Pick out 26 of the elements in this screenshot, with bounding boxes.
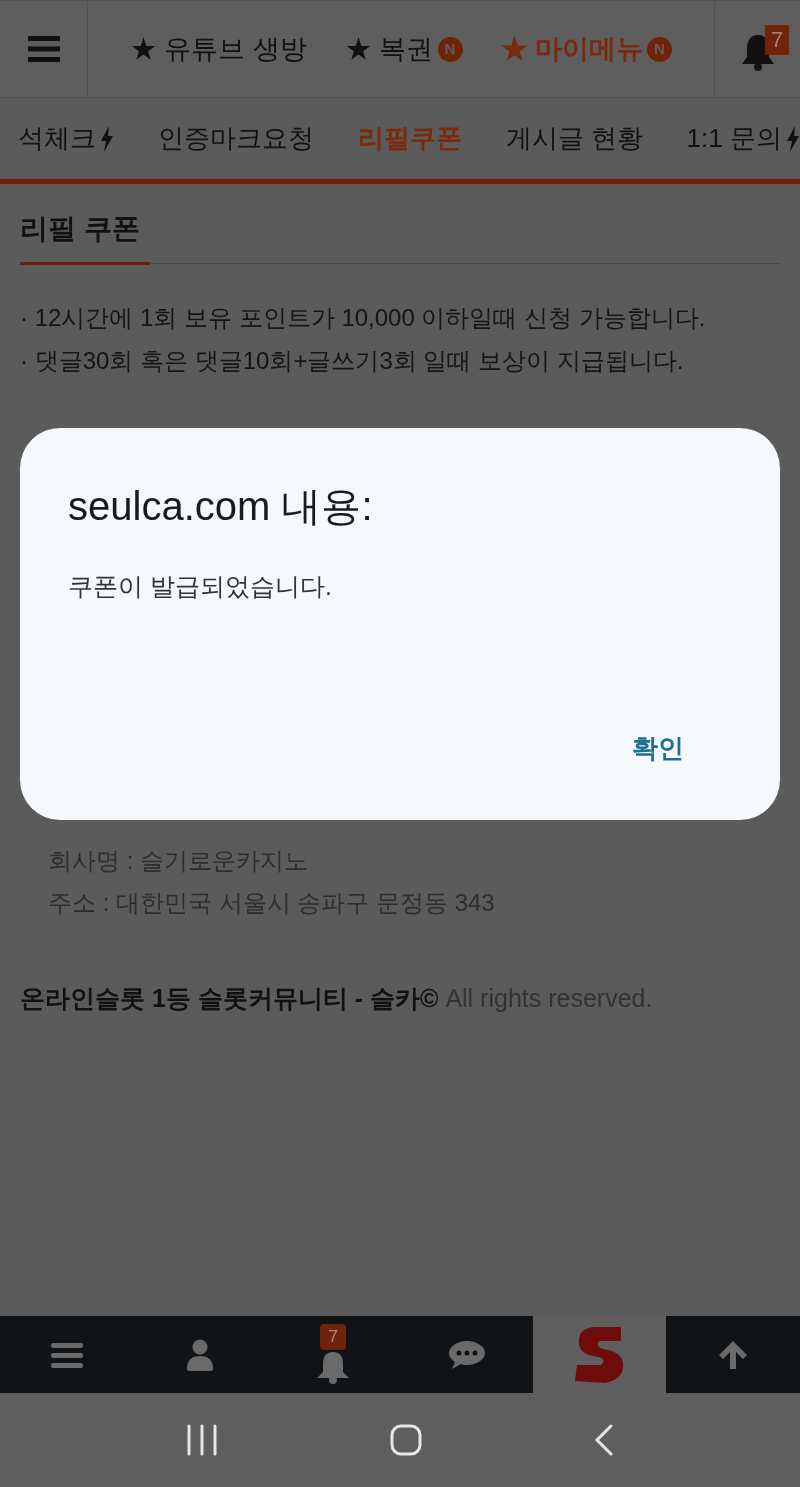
confirm-button[interactable]: 확인 [624,729,692,768]
bell-icon[interactable] [315,1349,352,1384]
tab[interactable]: 석체크 [18,119,114,158]
note-text: · 댓글30회 혹은 댓글10회+글쓰기3회 일때 보상이 지급됩니다. [20,346,685,376]
new-badge: N [437,36,463,62]
chat-icon[interactable] [447,1338,486,1371]
notification-badge: 7 [320,1323,347,1350]
menu-icon[interactable] [27,36,60,62]
home-icon[interactable] [390,1424,422,1456]
recent-apps-icon[interactable] [186,1424,218,1456]
tab[interactable]: 인증마크요청 [157,119,314,158]
header-link[interactable]: ★ 마이메뉴 [500,28,643,70]
note-text: · 12시간에 1회 보유 포인트가 10,000 이하일때 신청 가능합니다. [20,303,707,333]
header-link[interactable]: ★ 복권 [345,28,434,70]
new-badge: N [647,36,672,62]
dialog-message: 쿠폰이 발급되었습니다. [68,571,333,602]
menu-icon[interactable] [49,1340,84,1369]
tab[interactable]: 게시글 현황 [505,119,643,158]
notification-badge: 7 [765,25,789,55]
tab[interactable]: 리필쿠폰 [357,119,462,158]
header-link[interactable]: ★ 유튜브 생방 [129,28,307,70]
back-icon[interactable] [594,1424,614,1456]
section-title: 리필 쿠폰 [20,208,150,265]
tab[interactable]: 1:1 문의 [686,119,800,158]
user-icon[interactable] [185,1338,214,1371]
dialog-title: seulca.com 내용: [68,483,374,530]
